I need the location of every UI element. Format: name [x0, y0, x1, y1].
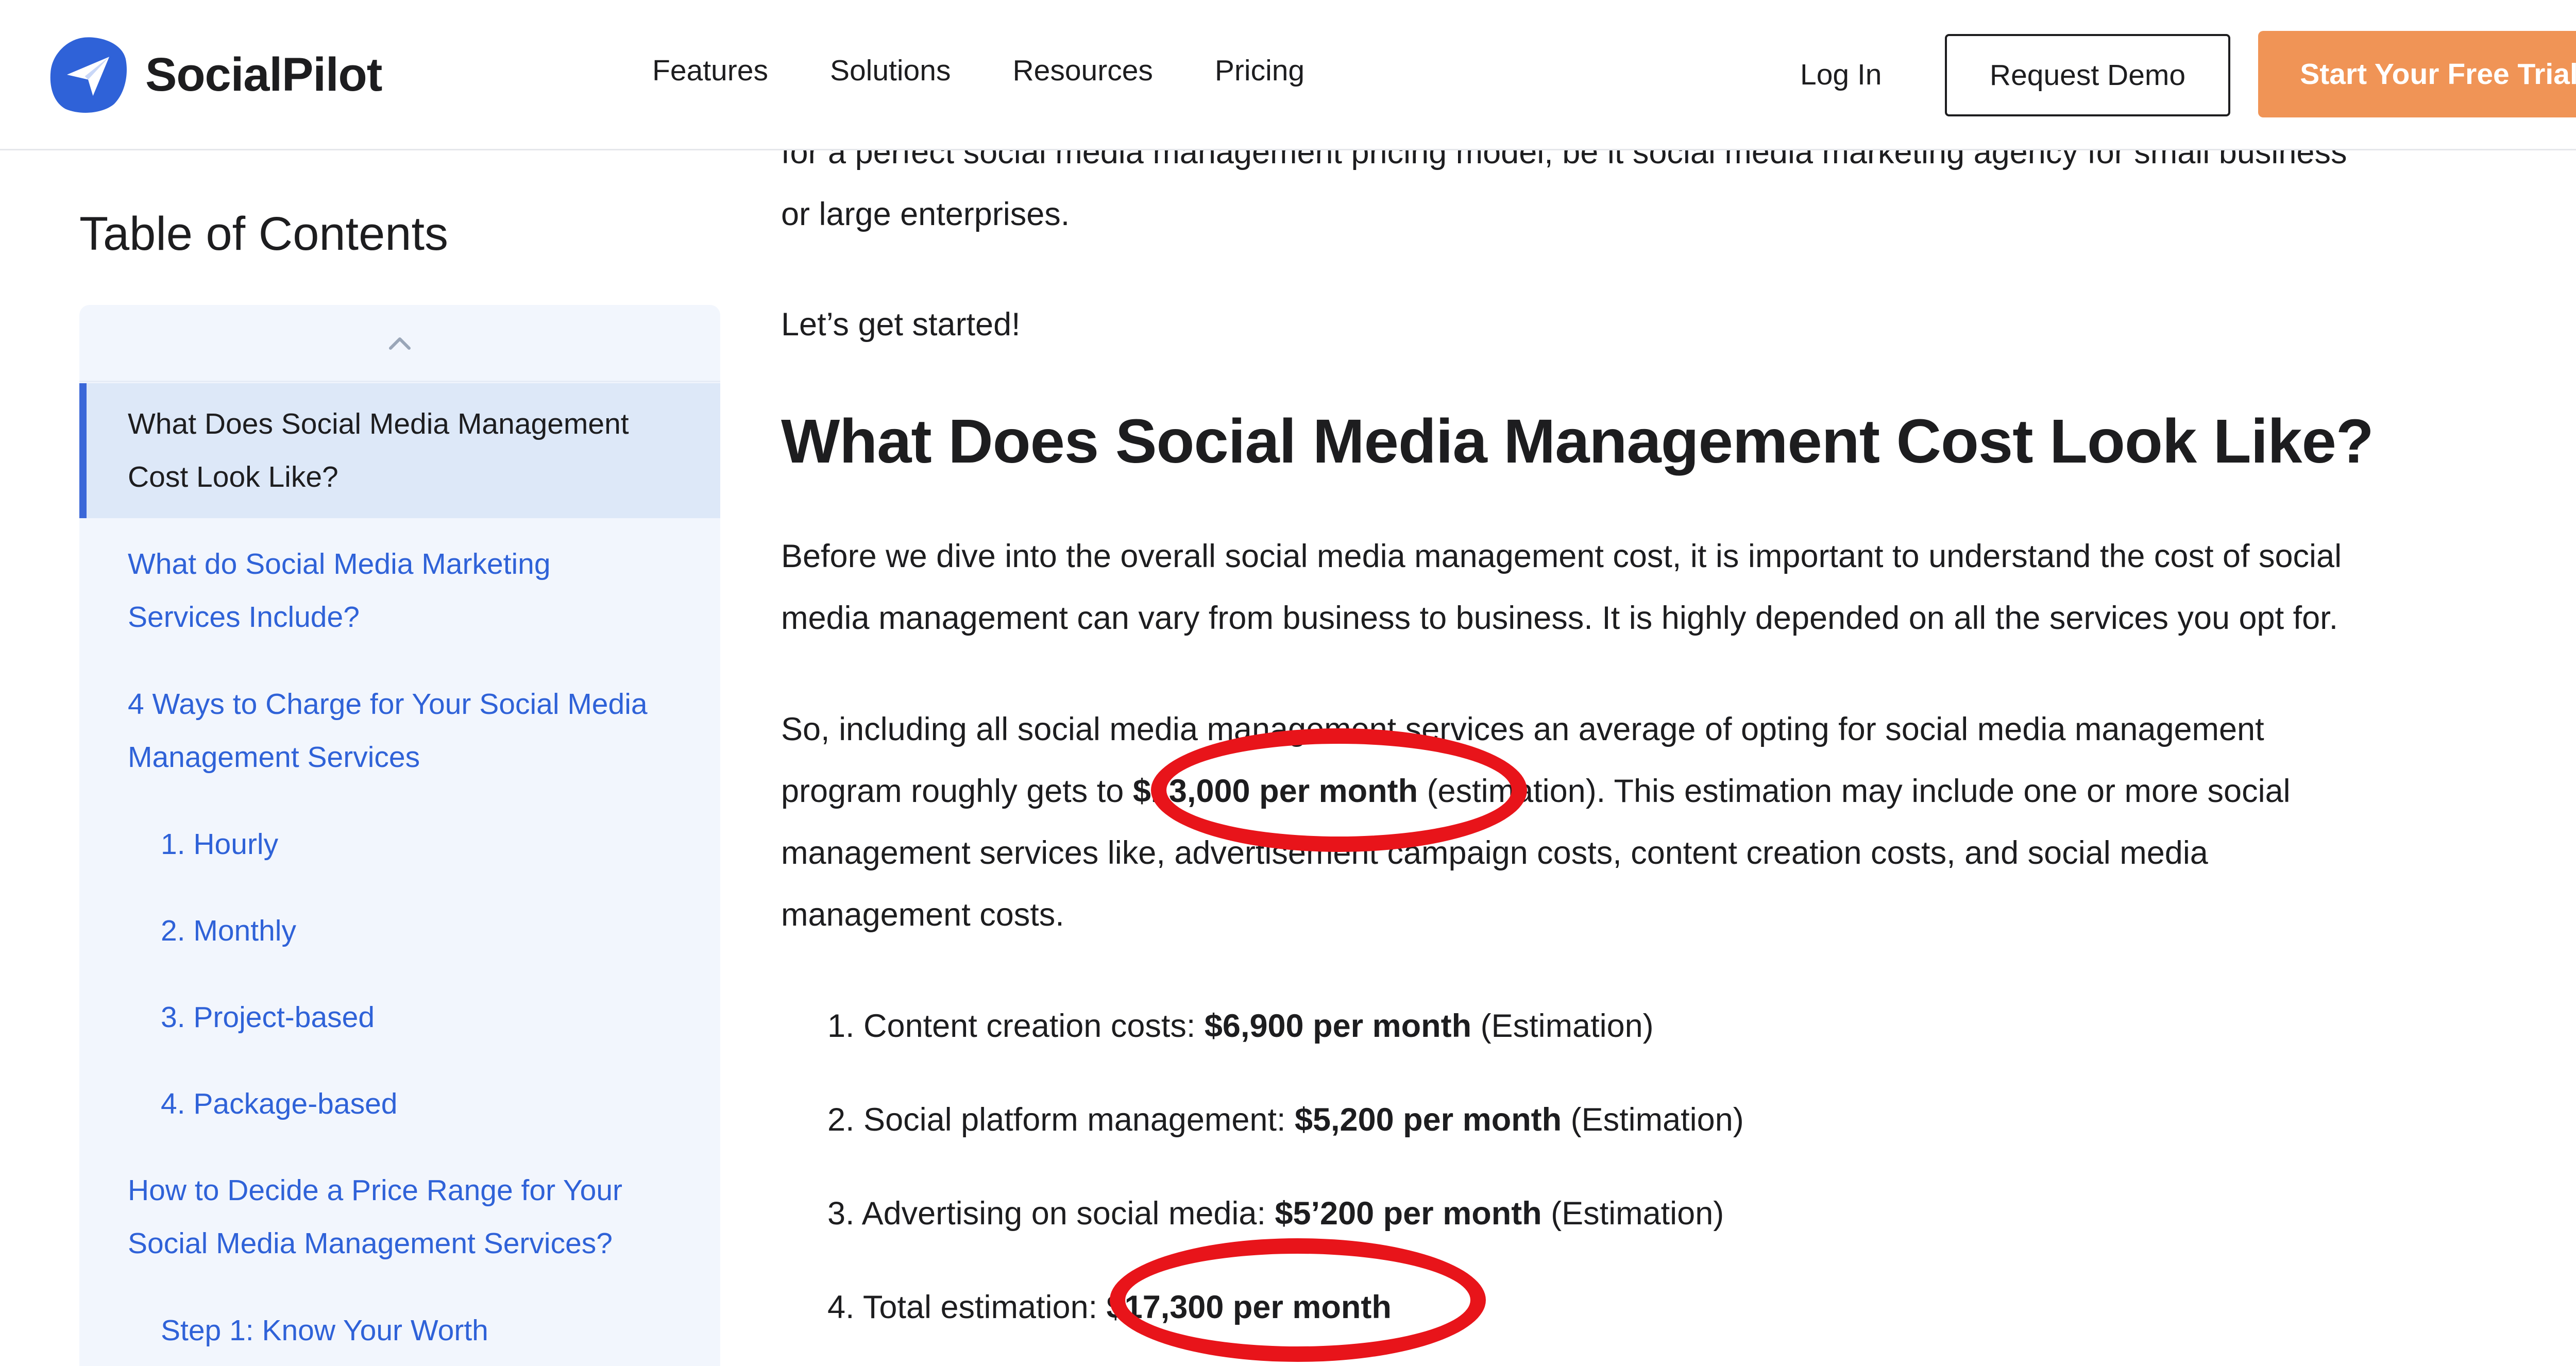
toc-item-label: What Does Social Media Management [128, 407, 629, 440]
request-demo-button[interactable]: Request Demo [1945, 34, 2230, 116]
intro-paragraph-line: or large enterprises. [781, 196, 1070, 232]
toc-item-monthly[interactable]: 2. Monthly [161, 904, 296, 958]
nav-features[interactable]: Features [652, 54, 768, 88]
nav-resources[interactable]: Resources [1012, 54, 1153, 88]
paragraph-line: management services like, advertisement … [781, 835, 2208, 871]
paragraph-line: management costs. [781, 897, 1064, 933]
list-note: (Estimation) [1541, 1196, 1724, 1232]
toc-item-cost[interactable]: What Does Social Media Management Cost L… [128, 398, 629, 504]
free-trial-button[interactable]: Start Your Free Trial [2258, 31, 2576, 117]
toc-item-label: 4 Ways to Charge for Your Social Media [128, 688, 648, 721]
chevron-up-icon [389, 337, 411, 350]
toc-item-ways-to-charge[interactable]: 4 Ways to Charge for Your Social Media M… [128, 678, 648, 784]
paper-plane-logo-icon [50, 37, 127, 113]
toc-item-hourly[interactable]: 1. Hourly [161, 818, 278, 871]
toc-item-services[interactable]: What do Social Media Marketing Services … [128, 538, 551, 644]
brand-name: SocialPilot [145, 48, 382, 101]
lets-get-started-text: Let’s get started! [781, 306, 1021, 343]
red-highlight-circle [1110, 1238, 1486, 1362]
main-nav: Features Solutions Resources Pricing [652, 54, 1366, 88]
red-highlight-circle [1151, 728, 1527, 852]
nav-solutions[interactable]: Solutions [830, 54, 951, 88]
text-span: program roughly gets to [781, 773, 1133, 809]
toc-item-label: Services Include? [128, 601, 360, 634]
toc-title: Table of Contents [79, 208, 449, 260]
list-value: $5,200 per month [1294, 1102, 1562, 1138]
toc-panel: What Does Social Media Management Cost L… [79, 305, 720, 1366]
nav-pricing[interactable]: Pricing [1215, 54, 1304, 88]
list-value: $5’200 per month [1275, 1196, 1542, 1232]
login-link[interactable]: Log In [1800, 58, 1882, 92]
toc-item-label: Social Media Management Services? [128, 1227, 613, 1260]
text-span: (estimation). This estimation may includ… [1418, 773, 2291, 809]
toc-item-label: How to Decide a Price Range for Your [128, 1174, 623, 1207]
list-label: 1. Content creation costs: [827, 1008, 1205, 1044]
list-label: 2. Social platform management: [827, 1102, 1295, 1138]
toc-item-know-your-worth[interactable]: Step 1: Know Your Worth [161, 1304, 488, 1357]
toc-item-project-based[interactable]: 3. Project-based [161, 991, 375, 1044]
toc-item-label: What do Social Media Marketing [128, 548, 551, 580]
cost-list-item: 3. Advertising on social media: $5’200 p… [827, 1183, 1724, 1244]
toc-item-price-range[interactable]: How to Decide a Price Range for Your Soc… [128, 1164, 622, 1270]
toc-item-label: Cost Look Like? [128, 460, 338, 493]
list-note: (Estimation) [1562, 1102, 1744, 1138]
section-heading: What Does Social Media Management Cost L… [781, 406, 2374, 476]
cost-list-item: 1. Content creation costs: $6,900 per mo… [827, 995, 1654, 1057]
list-label: 4. Total estimation: [827, 1289, 1107, 1325]
list-note: (Estimation) [1471, 1008, 1654, 1044]
toc-item-label: Management Services [128, 741, 420, 774]
list-value: $6,900 per month [1204, 1008, 1472, 1044]
list-label: 3. Advertising on social media: [827, 1196, 1275, 1232]
cost-list-item: 2. Social platform management: $5,200 pe… [827, 1089, 1744, 1151]
paragraph-line: Before we dive into the overall social m… [781, 538, 2342, 574]
toc-item-package-based[interactable]: 4. Package-based [161, 1078, 397, 1131]
site-header: SocialPilot Features Solutions Resources… [0, 0, 2576, 150]
paragraph-line: So, including all social media managemen… [781, 711, 2264, 747]
paragraph-line: program roughly gets to $13,000 per mont… [781, 760, 2291, 822]
toc-collapse-button[interactable] [79, 305, 720, 382]
brand-logo[interactable]: SocialPilot [47, 34, 382, 115]
paragraph-line: media management can vary from business … [781, 600, 2338, 636]
